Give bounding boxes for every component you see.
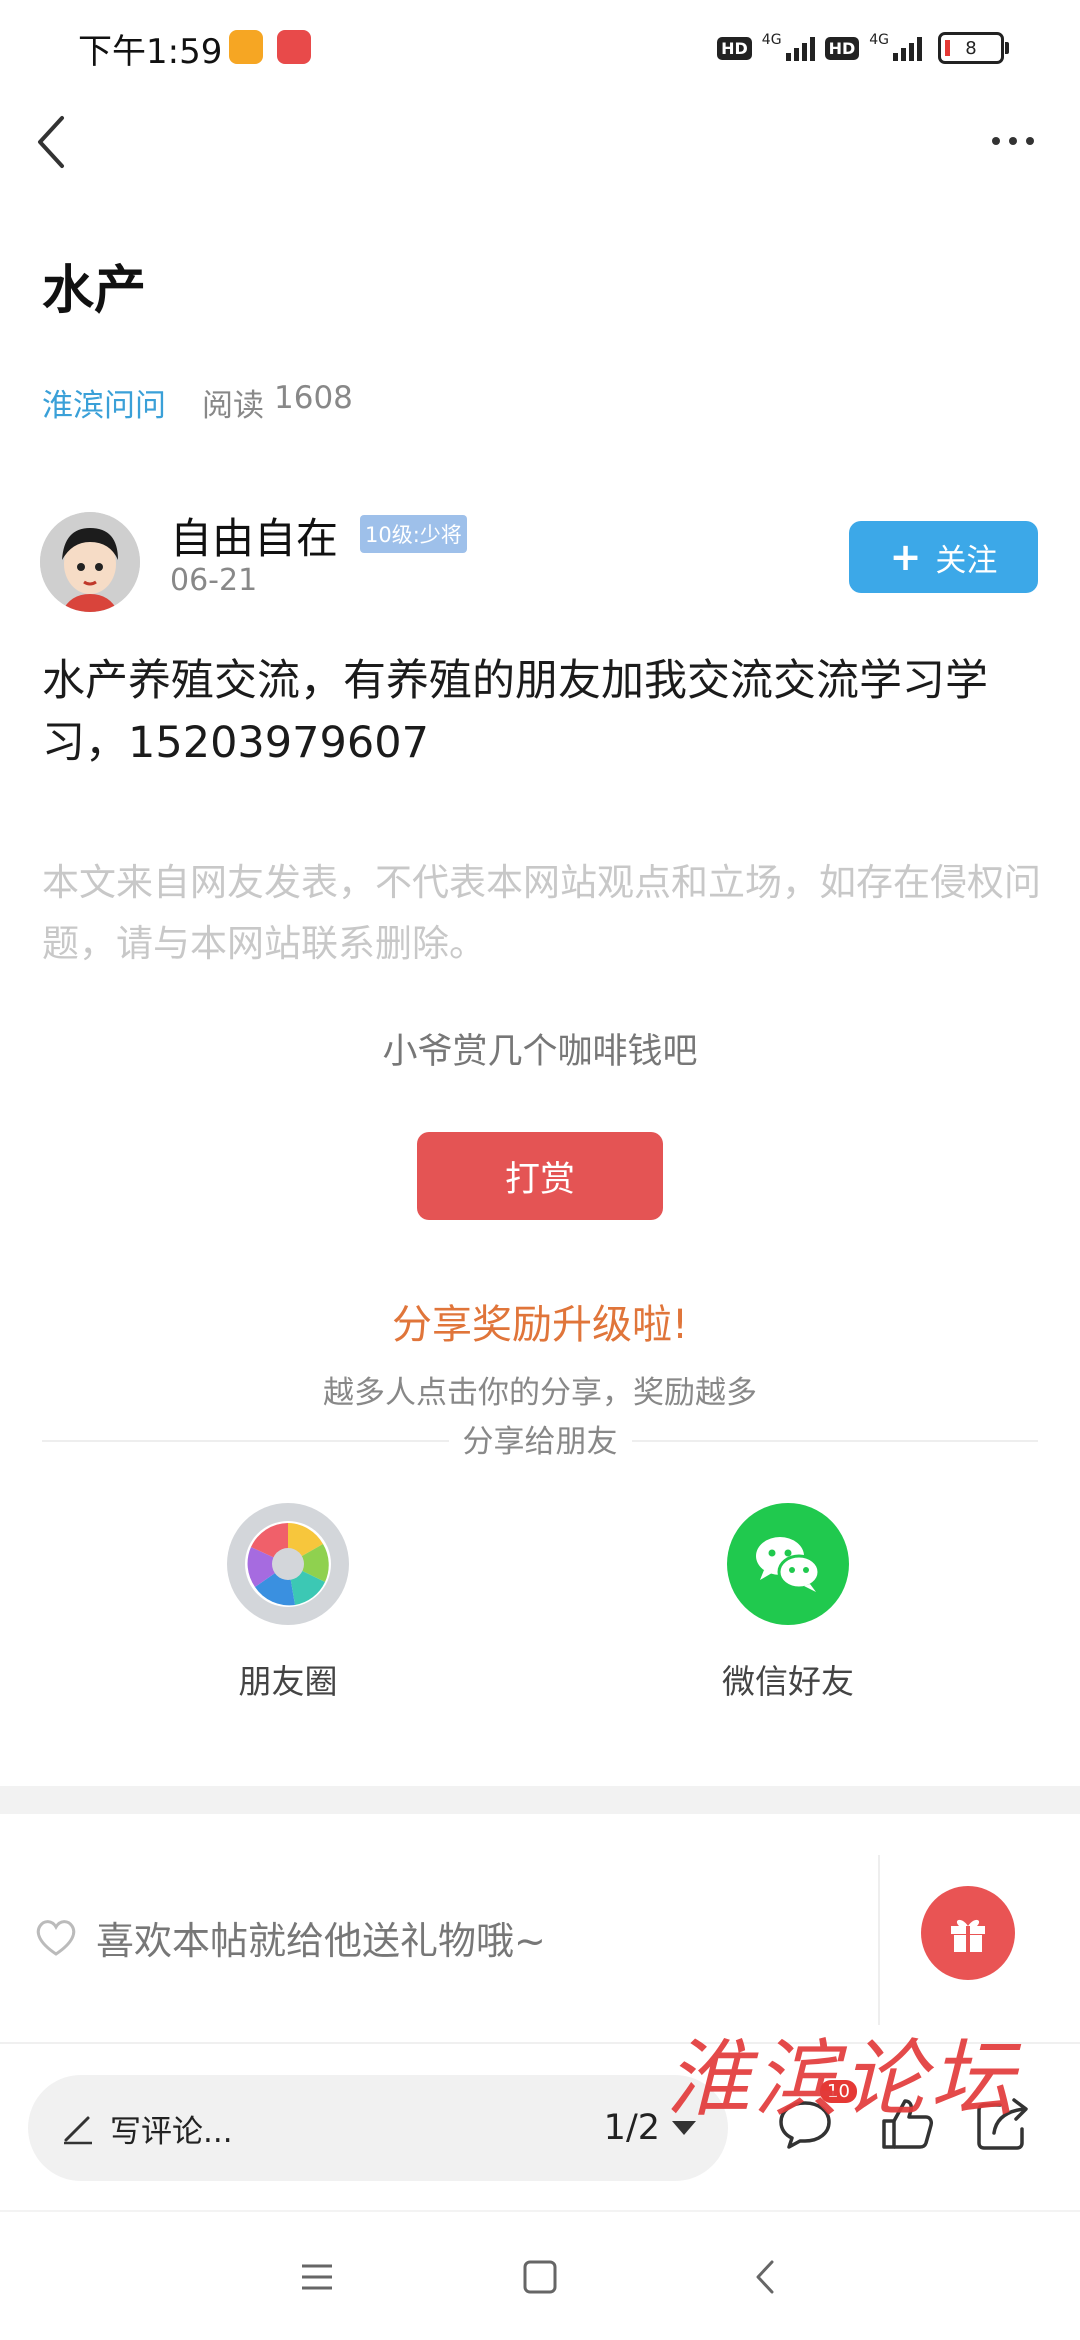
status-indicators: HD 4G HD 4G 8 bbox=[717, 28, 1009, 68]
share-item-label: 朋友圈 bbox=[238, 1662, 338, 1701]
share-friends-text: 分享给朋友 bbox=[448, 1424, 632, 1460]
forum-link[interactable]: 淮滨问问 bbox=[42, 380, 166, 425]
post-meta: 淮滨问问 阅读 1608 bbox=[42, 380, 353, 425]
gift-prompt[interactable]: 喜欢本帖就给他送礼物哦~ bbox=[34, 1910, 546, 1965]
signal-icon-2 bbox=[893, 35, 922, 61]
comment-input[interactable]: 写评论... 1/2 bbox=[28, 2075, 728, 2181]
post-body: 水产养殖交流，有养殖的朋友加我交流交流学习学习，15203979607 bbox=[42, 656, 988, 768]
vertical-separator bbox=[878, 1855, 880, 2025]
author-name[interactable]: 自由自在 bbox=[170, 505, 338, 566]
network-label: 4G bbox=[761, 32, 782, 48]
battery-level: 8 bbox=[965, 37, 977, 59]
comment-placeholder: 写评论... bbox=[110, 2113, 233, 2150]
share-subtitle: 越多人点击你的分享，奖励越多 bbox=[323, 1375, 757, 1411]
post-date: 06-21 bbox=[170, 563, 258, 598]
avatar-image bbox=[40, 512, 140, 612]
app-notification-icon bbox=[277, 30, 311, 64]
plus-icon: + bbox=[889, 535, 922, 579]
reward-button[interactable]: 打赏 bbox=[417, 1132, 663, 1220]
moments-icon bbox=[227, 1503, 349, 1625]
read-count-label: 阅读 bbox=[202, 388, 264, 424]
share-item-label: 微信好友 bbox=[722, 1662, 854, 1701]
share-moments-button[interactable]: 朋友圈 bbox=[168, 1503, 408, 1703]
read-count-value: 1608 bbox=[274, 380, 353, 416]
read-count: 阅读 1608 bbox=[202, 380, 353, 425]
system-back-icon[interactable] bbox=[740, 2250, 794, 2304]
follow-button[interactable]: + 关注 bbox=[849, 521, 1038, 593]
reward-prompt: 小爷赏几个咖啡钱吧 bbox=[382, 1032, 698, 1072]
menu-icon[interactable] bbox=[290, 2250, 344, 2304]
more-options-icon[interactable] bbox=[992, 126, 1046, 156]
avatar[interactable] bbox=[40, 512, 140, 612]
message-notification-icon bbox=[229, 30, 263, 64]
battery-icon: 8 bbox=[938, 32, 1009, 64]
section-divider bbox=[0, 1786, 1080, 1814]
share-title: 分享奖励升级啦! bbox=[391, 1302, 689, 1348]
watermark: 淮滨论坛 bbox=[666, 2030, 1019, 2128]
post-title: 水产 bbox=[42, 261, 147, 321]
page-indicator[interactable]: 1/2 bbox=[604, 2108, 660, 2148]
home-icon[interactable] bbox=[513, 2250, 567, 2304]
hd-badge-2: HD bbox=[824, 36, 860, 60]
follow-label: 关注 bbox=[935, 542, 998, 579]
gift-button[interactable] bbox=[921, 1886, 1015, 1980]
wechat-icon bbox=[727, 1503, 849, 1625]
level-badge: 10级:少将 bbox=[360, 515, 467, 553]
pen-icon bbox=[64, 2116, 92, 2145]
hd-badge: HD bbox=[717, 36, 752, 60]
share-friends-label: 分享给朋友 bbox=[0, 1416, 1080, 1461]
system-nav-border bbox=[0, 2210, 1080, 2212]
network-label-2: 4G bbox=[869, 32, 889, 48]
share-wechat-button[interactable]: 微信好友 bbox=[668, 1503, 908, 1703]
disclaimer: 本文来自网友发表，不代表本网站观点和立场，如存在侵权问题，请与本网站联系删除。 bbox=[42, 861, 1041, 965]
heart-icon bbox=[36, 1919, 76, 1956]
gift-prompt-text: 喜欢本帖就给他送礼物哦~ bbox=[96, 1919, 546, 1963]
signal-icon bbox=[785, 35, 815, 61]
gift-icon bbox=[951, 1919, 985, 1952]
status-time: 下午1:59 bbox=[78, 32, 223, 72]
back-arrow-icon[interactable] bbox=[24, 112, 84, 172]
